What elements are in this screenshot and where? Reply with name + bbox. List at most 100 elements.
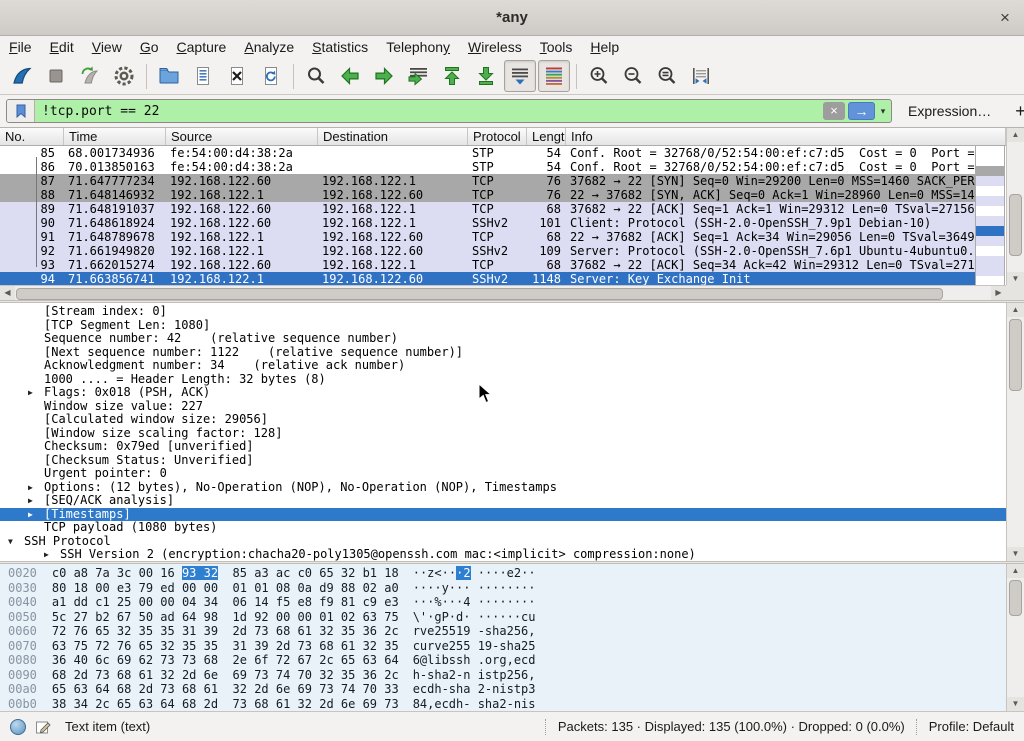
stop-capture-button[interactable] xyxy=(40,60,72,92)
packet-row-91[interactable]: 9171.648789678192.168.122.1192.168.122.6… xyxy=(0,230,975,244)
hex-bytes[interactable]: 5c 27 b2 67 50 ad 64 98 1d 92 00 00 01 0… xyxy=(52,610,399,624)
hex-ascii[interactable]: 6@libssh .org,ecd xyxy=(413,653,536,667)
expert-info-icon[interactable] xyxy=(10,719,26,735)
hex-ascii[interactable]: 84,ecdh- sha2-nis xyxy=(413,697,536,711)
detail-line[interactable]: 1000 .... = Header Length: 32 bytes (8) xyxy=(0,373,1024,387)
menu-capture[interactable]: Capture xyxy=(168,36,236,58)
hex-row-0080[interactable]: 008036 40 6c 69 62 73 73 68 2e 6f 72 67 … xyxy=(0,653,1024,668)
hex-row-0060[interactable]: 006072 76 65 32 35 35 31 39 2d 73 68 61 … xyxy=(0,624,1024,639)
open-file-button[interactable] xyxy=(153,60,185,92)
hex-bytes[interactable]: 36 40 6c 69 62 73 73 68 2e 6f 72 67 2c 6… xyxy=(52,653,399,667)
detail-line[interactable]: Urgent pointer: 0 xyxy=(0,467,1024,481)
hex-ascii[interactable]: ···%···4 ········ xyxy=(413,595,536,609)
detail-line[interactable]: Acknowledgment number: 34 (relative ack … xyxy=(0,359,1024,373)
scroll-down-icon[interactable]: ▼ xyxy=(1007,272,1024,286)
hex-ascii[interactable]: curve255 19-sha25 xyxy=(413,639,536,653)
start-capture-button[interactable] xyxy=(6,60,38,92)
close-window-button[interactable]: × xyxy=(994,7,1016,29)
profile-button[interactable]: Profile: Default xyxy=(929,719,1014,734)
detail-line[interactable]: ▶SSH Version 2 (encryption:chacha20-poly… xyxy=(0,548,1024,561)
detail-line[interactable]: ▶[SEQ/ACK analysis] xyxy=(0,494,1024,508)
menu-file[interactable]: File xyxy=(0,36,41,58)
expression-button[interactable]: Expression… xyxy=(908,103,991,119)
hex-row-0040[interactable]: 0040a1 dd c1 25 00 00 04 34 06 14 f5 e8 … xyxy=(0,595,1024,610)
menu-help[interactable]: Help xyxy=(581,36,628,58)
filter-bookmark-button[interactable] xyxy=(7,100,35,122)
expand-closed-icon[interactable]: ▶ xyxy=(44,548,60,561)
detail-line[interactable]: Window size value: 227 xyxy=(0,400,1024,414)
column-header-time[interactable]: Time xyxy=(64,128,166,145)
hex-row-0090[interactable]: 009068 2d 73 68 61 32 2d 6e 69 73 74 70 … xyxy=(0,668,1024,683)
go-back-button[interactable] xyxy=(334,60,366,92)
filter-apply-button[interactable]: → xyxy=(848,102,875,120)
zoom-out-button[interactable] xyxy=(617,60,649,92)
hex-ascii[interactable]: ··z<···2 ····e2·· xyxy=(413,566,536,580)
packet-bytes-pane[interactable]: 0020c0 a8 7a 3c 00 16 93 32 85 a3 ac c0 … xyxy=(0,564,1024,711)
hex-ascii[interactable]: ecdh-sha 2-nistp3 xyxy=(413,682,536,696)
hex-row-00a0[interactable]: 00a065 63 64 68 2d 73 68 61 32 2d 6e 69 … xyxy=(0,682,1024,697)
hex-row-0020[interactable]: 0020c0 a8 7a 3c 00 16 93 32 85 a3 ac c0 … xyxy=(0,566,1024,581)
colorize-button[interactable] xyxy=(538,60,570,92)
packet-row-90[interactable]: 9071.648618924192.168.122.60192.168.122.… xyxy=(0,216,975,230)
hex-row-00b0[interactable]: 00b038 34 2c 65 63 64 68 2d 73 68 61 32 … xyxy=(0,697,1024,712)
go-forward-button[interactable] xyxy=(368,60,400,92)
hex-ascii[interactable]: rve25519 -sha256, xyxy=(413,624,536,638)
details-vertical-scrollbar[interactable]: ▲ ▼ xyxy=(1006,303,1024,561)
zoom-in-button[interactable] xyxy=(583,60,615,92)
go-top-button[interactable] xyxy=(436,60,468,92)
detail-line[interactable]: [Stream index: 0] xyxy=(0,305,1024,319)
packet-row-88[interactable]: 8871.648146932192.168.122.1192.168.122.6… xyxy=(0,188,975,202)
packet-row-89[interactable]: 8971.648191037192.168.122.60192.168.122.… xyxy=(0,202,975,216)
menu-statistics[interactable]: Statistics xyxy=(303,36,377,58)
packet-row-94[interactable]: 9471.663856741192.168.122.1192.168.122.6… xyxy=(0,272,975,286)
expand-closed-icon[interactable]: ▶ xyxy=(28,481,44,495)
reload-file-button[interactable] xyxy=(255,60,287,92)
detail-line[interactable]: [Next sequence number: 1122 (relative se… xyxy=(0,346,1024,360)
detail-line[interactable]: ▶[Timestamps] xyxy=(0,508,1024,522)
detail-line[interactable]: TCP payload (1080 bytes) xyxy=(0,521,1024,535)
scroll-up-icon[interactable]: ▲ xyxy=(1007,564,1024,578)
go-to-packet-button[interactable] xyxy=(402,60,434,92)
detail-line[interactable]: Checksum: 0x79ed [unverified] xyxy=(0,440,1024,454)
column-header-destination[interactable]: Destination xyxy=(318,128,468,145)
zoom-reset-button[interactable] xyxy=(651,60,683,92)
menu-edit[interactable]: Edit xyxy=(41,36,83,58)
auto-scroll-button[interactable] xyxy=(504,60,536,92)
filter-dropdown-button[interactable]: ▾ xyxy=(875,106,891,117)
restart-capture-button[interactable] xyxy=(74,60,106,92)
capture-comment-icon[interactable] xyxy=(35,719,51,735)
menu-telephony[interactable]: Telephony xyxy=(377,36,459,58)
titlebar[interactable]: *any × xyxy=(0,0,1024,36)
hex-ascii[interactable]: h-sha2-n istp256, xyxy=(413,668,536,682)
scroll-down-icon[interactable]: ▼ xyxy=(1007,547,1024,561)
expand-closed-icon[interactable]: ▶ xyxy=(28,494,44,508)
display-filter-input[interactable]: !tcp.port == 22 × → ▾ xyxy=(6,99,892,123)
hex-bytes[interactable]: 72 76 65 32 35 35 31 39 2d 73 68 61 32 3… xyxy=(52,624,399,638)
resize-columns-button[interactable] xyxy=(685,60,717,92)
menu-go[interactable]: Go xyxy=(131,36,168,58)
capture-options-button[interactable] xyxy=(108,60,140,92)
packet-row-85[interactable]: 8568.001734936fe:54:00:d4:38:2aSTP54Conf… xyxy=(0,146,975,160)
scroll-right-icon[interactable]: ▶ xyxy=(991,286,1006,300)
menu-view[interactable]: View xyxy=(83,36,131,58)
scroll-down-icon[interactable]: ▼ xyxy=(1007,697,1024,711)
scrollbar-thumb[interactable] xyxy=(1009,194,1022,256)
hex-bytes[interactable]: 38 34 2c 65 63 64 68 2d 73 68 61 32 2d 6… xyxy=(52,697,399,711)
column-header-info[interactable]: Info xyxy=(566,128,1006,145)
hex-bytes[interactable]: 63 75 72 76 65 32 35 35 31 39 2d 73 68 6… xyxy=(52,639,399,653)
column-header-length[interactable]: Length xyxy=(527,128,566,145)
packet-details-pane[interactable]: [Stream index: 0][TCP Segment Len: 1080]… xyxy=(0,303,1024,561)
find-packet-button[interactable] xyxy=(300,60,332,92)
detail-line[interactable]: [Checksum Status: Unverified] xyxy=(0,454,1024,468)
menu-tools[interactable]: Tools xyxy=(531,36,582,58)
packet-list-horizontal-scrollbar[interactable]: ◀ ▶ xyxy=(0,285,1006,300)
menu-analyze[interactable]: Analyze xyxy=(235,36,303,58)
detail-line[interactable]: ▶Options: (12 bytes), No-Operation (NOP)… xyxy=(0,481,1024,495)
column-header-protocol[interactable]: Protocol xyxy=(468,128,527,145)
scrollbar-thumb[interactable] xyxy=(1009,319,1022,391)
detail-line[interactable]: ▶Flags: 0x018 (PSH, ACK) xyxy=(0,386,1024,400)
close-file-button[interactable] xyxy=(221,60,253,92)
hex-ascii[interactable]: ····y··· ········ xyxy=(413,581,536,595)
add-filter-button[interactable]: + xyxy=(1007,101,1024,122)
expand-open-icon[interactable]: ▼ xyxy=(8,535,24,549)
